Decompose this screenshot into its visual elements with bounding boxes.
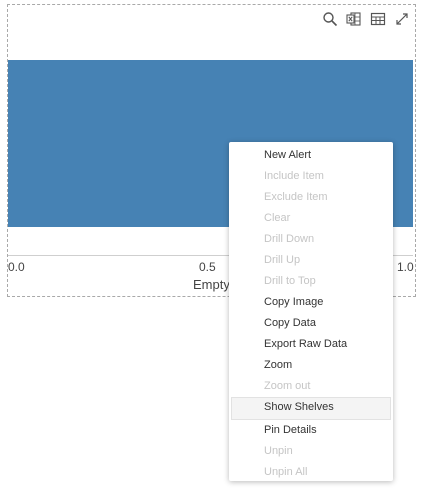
menu-item-drill-up: Drill Up [264, 254, 301, 266]
menu-item-export-raw-data[interactable]: Export Raw Data [229, 334, 393, 355]
menu-item-drill-to-top: Drill to Top [264, 275, 316, 287]
x-tick-label: 0.5 [199, 260, 216, 274]
menu-item-include-item: Include Item [264, 170, 324, 182]
x-tick-label: 1.0 [397, 260, 414, 274]
menu-item-unpin-all: Unpin All [264, 466, 308, 478]
context-menu: New Alert Include Item Exclude Item Clear Dr… [229, 142, 393, 481]
menu-item-pin-details[interactable]: Pin Details [229, 420, 393, 441]
excel-export-icon[interactable] [345, 10, 363, 28]
chart-toolbar [321, 10, 411, 28]
menu-item-drill-down: Drill Down [264, 233, 315, 245]
menu-item-zoom-out: Zoom out [264, 380, 311, 392]
expand-icon[interactable] [393, 10, 411, 28]
menu-item-zoom[interactable]: Zoom [229, 355, 393, 376]
menu-item-exclude-item: Exclude Item [264, 191, 328, 203]
search-icon[interactable] [321, 10, 339, 28]
table-view-icon[interactable] [369, 10, 387, 28]
x-axis-title: Empty [193, 277, 230, 292]
menu-item-unpin: Unpin [264, 445, 293, 457]
x-tick-label: 0.0 [8, 260, 25, 274]
menu-item-clear: Clear [264, 212, 291, 224]
menu-item-copy-image[interactable]: Copy Image [229, 292, 393, 313]
menu-item-new-alert[interactable]: New Alert [229, 145, 393, 166]
menu-item-show-shelves[interactable]: Show Shelves [231, 397, 391, 420]
stage: 0.0 0.5 1.0 Empty New Alert Include Item E… [0, 0, 421, 492]
menu-item-copy-data[interactable]: Copy Data [229, 313, 393, 334]
